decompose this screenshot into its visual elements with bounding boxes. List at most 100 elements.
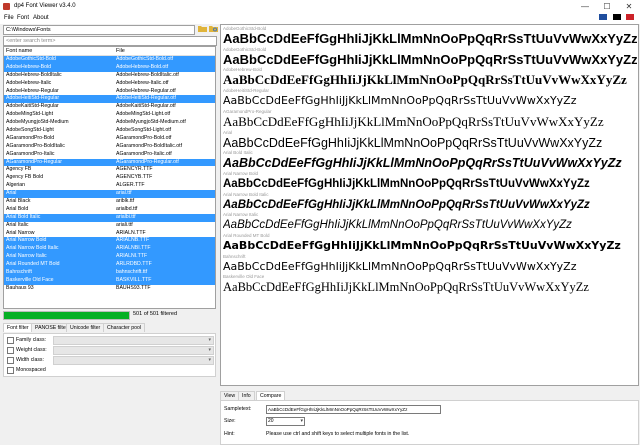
preview-sample-text: AaBbCcDdEeFfGgHhIiJjKkLlMmNnOoPpQqRrSsTt…	[223, 156, 622, 171]
preview-item[interactable]: Arial Narrow Bold AaBbCcDdEeFfGgHhIiJjKkL…	[223, 171, 637, 191]
font-file-cell: AGENCYR.TTF	[116, 166, 153, 173]
font-list-row[interactable]: AdobeSongStd-Light AdobeSongStd-Light.otf	[4, 127, 215, 135]
font-list-row[interactable]: AdobeKaitiStd-Regular AdobeKaitiStd-Regul…	[4, 103, 215, 111]
size-label: Size:	[224, 418, 236, 424]
font-list-row[interactable]: Bauhaus 93 BAUHS93.TTF	[4, 285, 215, 293]
font-list-row[interactable]: Arial Bold Italic arialbi.ttf	[4, 213, 215, 222]
font-file-cell: BASKVILL.TTF	[116, 276, 152, 283]
font-list-row[interactable]: AdobeHebrew-Regular AdobeHebrew-Regular.o…	[4, 88, 215, 96]
size-select[interactable]: 20 ▾	[266, 417, 305, 426]
font-list-row[interactable]: AGaramondPro-Italic AGaramondPro-Italic.o…	[4, 151, 215, 159]
family-class-checkbox[interactable]	[7, 337, 14, 344]
preview-item[interactable]: Bahnschrift AaBbCcDdEeFfGgHhIiJjKkLlMmNnO…	[223, 254, 637, 274]
path-input[interactable]: C:\Windows\Fonts	[3, 25, 195, 35]
font-rows: AdobeGothicStd-Bold AdobeGothicStd-Bold.o…	[4, 56, 215, 293]
folder-icon[interactable]	[197, 25, 207, 34]
font-list-row[interactable]: Arial Black ariblk.ttf	[4, 198, 215, 206]
font-list-row[interactable]: AdobeGothicStd-Bold AdobeGothicStd-Bold.o…	[4, 56, 215, 64]
font-file-cell: ARIALNI.TTF	[116, 253, 148, 260]
font-list-row[interactable]: AGaramondPro-Bold AGaramondPro-Bold.otf	[4, 135, 215, 143]
hint-label: Hint:	[224, 431, 235, 437]
minimize-button[interactable]: —	[574, 0, 596, 13]
menu-about[interactable]: About	[33, 15, 49, 21]
width-class-row: Width class: ▾	[7, 356, 214, 365]
font-list-row[interactable]: Arial Narrow Bold Italic ARIALNBI.TTF	[4, 245, 215, 254]
flag-uk-icon[interactable]	[599, 14, 607, 20]
tab-unicode-filter[interactable]: Unicode filter	[66, 323, 105, 332]
font-list-row[interactable]: Baskerville Old Face BASKVILL.TTF	[4, 276, 215, 285]
menu-file[interactable]: File	[4, 15, 14, 21]
preview-item[interactable]: AdobeHeitiStd-Regular AaBbCcDdEeFfGgHhIiJ…	[223, 88, 637, 108]
font-list-row[interactable]: AdobeHebrew-Italic AdobeHebrew-Italic.otf	[4, 80, 215, 88]
tab-font-filter[interactable]: Font filter	[3, 323, 33, 332]
font-file-cell: AdobeMyungjoStd-Medium.otf	[116, 119, 186, 126]
font-list-row[interactable]: AdobeHebrew-BoldItalic AdobeHebrew-BoldIt…	[4, 72, 215, 80]
font-file-cell: BAUHS93.TTF	[116, 284, 151, 291]
preview-item[interactable]: Arial AaBbCcDdEeFfGgHhIiJjKkLlMmNnOoPpQqR…	[223, 130, 637, 150]
font-file-cell: AdobeHebrew-BoldItalic.otf	[116, 71, 179, 78]
font-list-row[interactable]: AdobeHeitiStd-Regular AdobeHeitiStd-Regul…	[4, 95, 215, 104]
filter-status-text: 501 of 501 filtered	[133, 311, 178, 317]
font-list-row[interactable]: AdobeHebrew-Bold AdobeHebrew-Bold.otf	[4, 63, 215, 72]
font-list-row[interactable]: Arial Narrow Bold ARIALNB.TTF	[4, 237, 215, 246]
font-name-cell: Agency FB	[6, 166, 32, 173]
width-class-select[interactable]: ▾	[53, 356, 214, 365]
preview-item[interactable]: Baskerville Old Face AaBbCcDdEeFfGgHhIiJj…	[223, 274, 637, 294]
flag-spain-icon[interactable]	[626, 14, 634, 20]
search-input[interactable]: <enter search term>	[3, 36, 217, 46]
font-list-row[interactable]: AGaramondPro-BoldItalic AGaramondPro-Bold…	[4, 143, 215, 151]
monospaced-checkbox[interactable]	[7, 367, 14, 374]
font-list-row[interactable]: Bahnschrift bahnschrift.ttf	[4, 269, 215, 277]
column-header-font-name[interactable]: Font name	[6, 48, 32, 54]
font-file-cell: AdobeHebrew-Regular.otf	[116, 87, 176, 94]
font-list-row[interactable]: Arial Narrow Italic ARIALNI.TTF	[4, 253, 215, 262]
preview-sample-text: AaBbCcDdEeFfGgHhIiJjKkLlMmNnOoPpQqRrSsTt…	[223, 198, 590, 211]
detail-tabs: View Info Compare	[220, 391, 637, 400]
preview-item[interactable]: AdobeGothicStd-Bold AaBbCcDdEeFfGgHhIiJjK…	[223, 26, 637, 46]
tab-compare[interactable]: Compare	[256, 391, 286, 400]
preview-item[interactable]: Arial Narrow Italic AaBbCcDdEeFfGgHhIiJjK…	[223, 212, 637, 232]
tab-view[interactable]: View	[220, 391, 240, 400]
preview-item[interactable]: AdobeHebrew-Bold AaBbCcDdEeFfGgHhIiJjKkLl…	[223, 67, 637, 87]
family-class-select[interactable]: ▾	[53, 336, 214, 345]
font-name-cell: Arial Bold	[6, 205, 29, 212]
font-file-cell: arial.ttf	[116, 190, 132, 197]
weight-class-checkbox[interactable]	[7, 347, 14, 354]
menu-font[interactable]: Font	[17, 15, 29, 21]
preview-item[interactable]: Arial Narrow Bold Italic AaBbCcDdEeFfGgHh…	[223, 192, 637, 212]
font-name-cell: AGaramondPro-Regular	[6, 158, 62, 165]
font-list-row[interactable]: Arial Narrow ARIALN.TTF	[4, 230, 215, 238]
preview-item[interactable]: Arial Rounded MT Bold AaBbCcDdEeFfGgHhIiJ…	[223, 233, 637, 253]
font-list-row[interactable]: Agency FB Bold AGENCYB.TTF	[4, 174, 215, 182]
font-list-row[interactable]: Agency FB AGENCYR.TTF	[4, 166, 215, 174]
font-name-cell: Arial Narrow Bold Italic	[6, 245, 59, 252]
monospaced-row: Monospaced	[7, 366, 212, 374]
tab-character-pool[interactable]: Character pool	[103, 323, 146, 332]
font-list-row[interactable]: Arial Bold arialbd.ttf	[4, 206, 215, 214]
menu-bar: File Font About	[0, 13, 640, 24]
font-list-row[interactable]: Arial arial.ttf	[4, 190, 215, 199]
preview-item[interactable]: AdobeGothicStd-Bold AaBbCcDdEeFfGgHhIiJjK…	[223, 47, 637, 67]
font-list-row[interactable]: Algerian ALGER.TTF	[4, 182, 215, 190]
font-name-cell: Arial Black	[6, 198, 31, 205]
font-list-row[interactable]: AdobeMyungjoStd-Medium AdobeMyungjoStd-Me…	[4, 119, 215, 127]
maximize-button[interactable]: ☐	[596, 0, 618, 13]
folder-refresh-icon[interactable]	[208, 25, 218, 34]
font-list-row[interactable]: Arial Rounded MT Bold ARLRDBD.TTF	[4, 261, 215, 270]
font-list-row[interactable]: AGaramondPro-Regular AGaramondPro-Regular…	[4, 158, 215, 167]
font-name-cell: Arial Rounded MT Bold	[6, 261, 60, 268]
flag-germany-icon[interactable]	[613, 14, 621, 20]
preview-item[interactable]: AGaramondPro-Regular AaBbCcDdEeFfGgHhIiJj…	[223, 109, 637, 129]
weight-class-select[interactable]: ▾	[53, 346, 214, 355]
font-list-row[interactable]: Arial Italic ariali.ttf	[4, 222, 215, 230]
font-name-cell: Arial Bold Italic	[6, 213, 41, 220]
font-name-cell: AdobeHebrew-Bold	[6, 63, 51, 70]
tab-info[interactable]: Info	[238, 391, 255, 400]
close-button[interactable]: ✕	[618, 0, 640, 13]
column-header-file[interactable]: File	[116, 48, 125, 54]
font-list-row[interactable]: AdobeMingStd-Light AdobeMingStd-Light.otf	[4, 111, 215, 119]
preview-item[interactable]: Arial Bold Italic AaBbCcDdEeFfGgHhIiJjKkL…	[223, 150, 637, 170]
sampletext-input[interactable]: AaBbCcDdEeFfGgHhIiJjKkLlMmNnOoPpQqRrSsTt…	[266, 405, 441, 414]
width-class-checkbox[interactable]	[7, 357, 14, 364]
font-name-cell: AdobeHebrew-BoldItalic	[6, 71, 62, 78]
